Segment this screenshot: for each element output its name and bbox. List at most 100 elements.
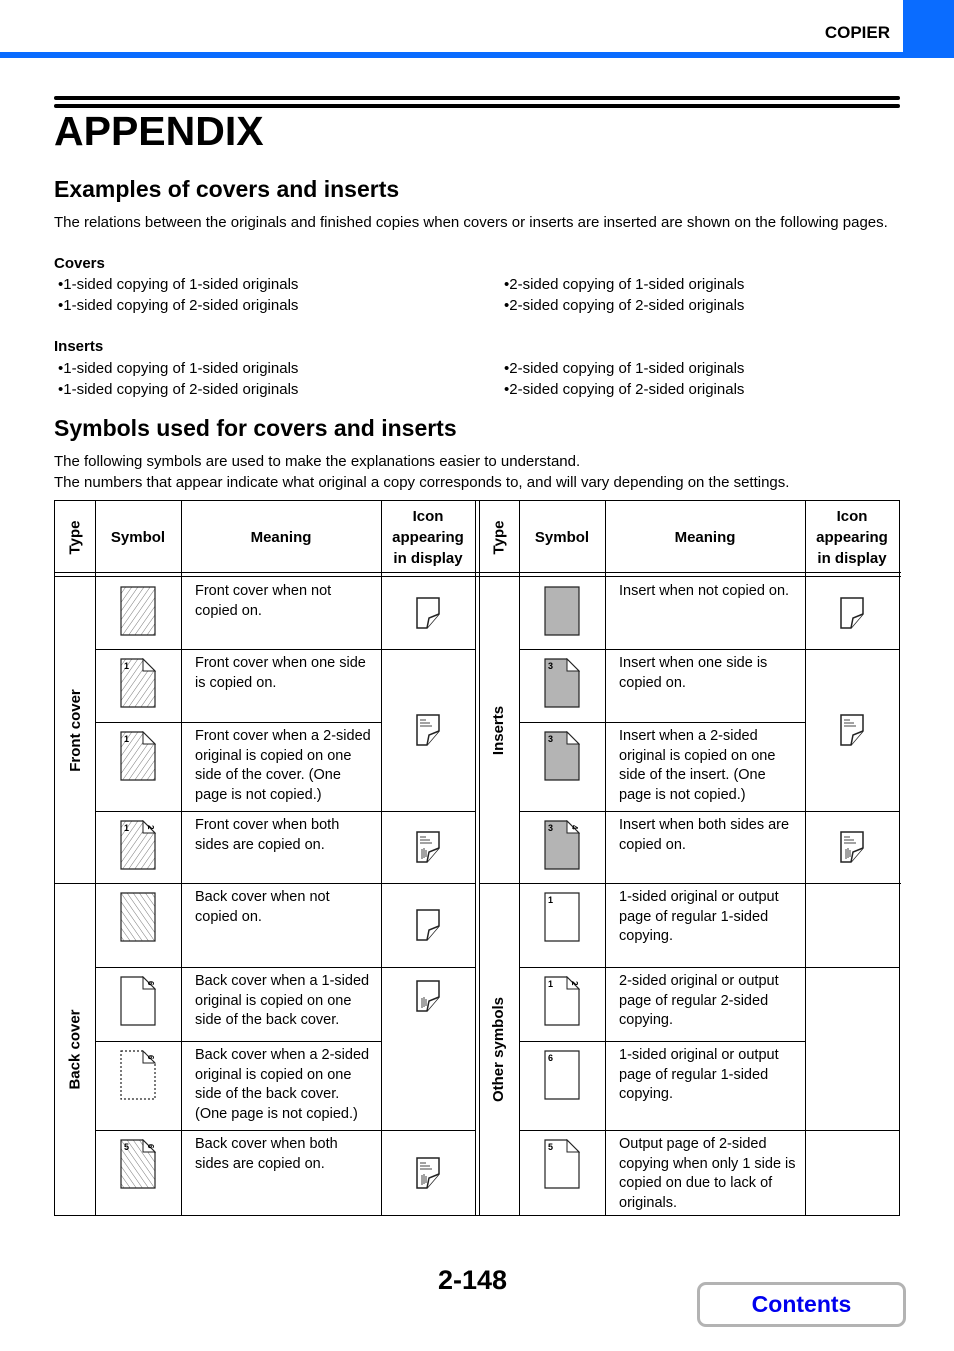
symbol-meaning: Output page of 2-sided copying when only…: [619, 1136, 796, 1211]
group-inserts: Inserts: [490, 705, 508, 755]
row-rule: [95, 967, 381, 968]
gray-blank-sheet-icon: [544, 586, 580, 641]
plain-sheet-icon: 1: [544, 892, 580, 947]
examples-heading: Examples of covers and inserts: [54, 176, 400, 202]
section-label: COPIER: [824, 23, 890, 42]
header-symbol-right: Symbol: [534, 528, 590, 546]
symbol-meaning: Front cover when a 2-sided original is c…: [195, 728, 371, 803]
gray-sheet-both-sides-icon: 34: [544, 819, 581, 875]
hatched-sheet-2sided-one-side-icon: 1: [120, 730, 157, 786]
header-meaning-right: Meaning: [674, 528, 736, 546]
list-item: 1-sided copying of 1-sided originals: [58, 274, 298, 295]
title-rule-top: [54, 96, 900, 100]
row-rule: [805, 811, 899, 812]
header-accent-bar: [0, 52, 954, 58]
symbol-meaning: 1-sided original or output page of regul…: [619, 1047, 779, 1102]
symbols-heading: Symbols used for covers and inserts: [54, 415, 457, 441]
symbol-meaning: Back cover when a 1-sided original is co…: [195, 973, 370, 1028]
covers-right-list: 2-sided copying of 1-sided originals 2-s…: [504, 274, 744, 316]
sheet-number: 6: [548, 1053, 553, 1063]
column-rule: [381, 501, 382, 1215]
row-rule: [805, 1130, 899, 1131]
list-item: 1-sided copying of 1-sided originals: [58, 358, 298, 379]
gray-sheet-2sided-one-side-icon: 3: [544, 730, 581, 786]
page-title: APPENDIX: [54, 108, 264, 154]
header-icon-left: Icon appearing in display: [392, 507, 464, 567]
contents-button-label: Contents: [751, 1291, 852, 1317]
header-meaning-left: Meaning: [250, 528, 312, 546]
blank-page-display-icon: [415, 908, 441, 947]
sheet-number: 1: [124, 734, 129, 744]
header-type-right: Type: [490, 520, 508, 554]
covers-left-list: 1-sided copying of 1-sided originals 1-s…: [58, 274, 298, 316]
group-rule: [479, 883, 901, 884]
hatched-sheet-one-side-icon: 1: [120, 657, 157, 713]
row-rule: [381, 811, 475, 812]
row-rule: [805, 649, 899, 650]
header-icon-right: Icon appearing in display: [816, 507, 888, 567]
header-rule: [55, 576, 901, 577]
page-number: 2-148: [438, 1265, 508, 1295]
list-item: 1-sided copying of 2-sided originals: [58, 295, 298, 316]
symbol-meaning: Insert when a 2-sided original is copied…: [619, 728, 776, 803]
row-rule: [381, 649, 475, 650]
back-sheet-one-side-icon: 6: [120, 975, 157, 1031]
plain-sheet-folded-icon: 5: [544, 1138, 581, 1194]
list-item: 1-sided copying of 2-sided originals: [58, 379, 298, 400]
header-accent-block: [903, 0, 954, 58]
row-rule: [381, 1130, 475, 1131]
symbol-meaning: Insert when both sides are copied on.: [619, 817, 790, 853]
contents-button[interactable]: Contents: [697, 1282, 906, 1327]
list-item: 2-sided copying of 1-sided originals: [504, 274, 744, 295]
sheet-number: 3: [548, 823, 553, 833]
hatched-blank-sheet-icon: [120, 586, 156, 641]
one-side-printed-display-icon: [415, 713, 441, 752]
row-rule: [519, 967, 805, 968]
symbol-meaning: Front cover when both sides are copied o…: [195, 817, 340, 853]
plain-sheet-icon: 6: [544, 1050, 580, 1105]
sheet-number: 3: [548, 734, 553, 744]
group-front-cover: Front cover: [66, 688, 84, 772]
symbols-intro-1: The following symbols are used to make t…: [54, 453, 581, 470]
row-rule: [95, 1041, 381, 1042]
row-rule: [95, 649, 381, 650]
sheet-number: 1: [124, 823, 129, 833]
row-rule: [805, 967, 899, 968]
symbol-meaning: Front cover when not copied on.: [195, 583, 332, 619]
column-rule: [95, 501, 96, 1215]
sheet-number: 1: [548, 895, 553, 905]
back-side-printed-display-icon: [415, 979, 441, 1018]
center-rule: [475, 501, 476, 1215]
column-rule: [181, 501, 182, 1215]
covers-label: Covers: [54, 255, 105, 272]
row-rule: [95, 811, 381, 812]
row-rule: [519, 1130, 805, 1131]
symbol-meaning: Back cover when a 2-sided original is co…: [195, 1047, 370, 1122]
back-sheet-2sided-one-side-icon: 6: [120, 1049, 157, 1105]
sheet-back-number: 4: [570, 825, 579, 830]
row-rule: [95, 1130, 381, 1131]
both-sides-printed-display-icon: [839, 830, 865, 869]
header-rule: [55, 572, 901, 573]
blank-page-display-icon: [839, 596, 865, 635]
inserts-left-list: 1-sided copying of 1-sided originals 1-s…: [58, 358, 298, 400]
column-rule: [519, 501, 520, 1215]
symbol-meaning: Back cover when both sides are copied on…: [195, 1136, 338, 1172]
sheet-back-number: 6: [146, 981, 155, 986]
sheet-number: 1: [548, 979, 553, 989]
row-rule: [381, 967, 475, 968]
list-item: 2-sided copying of 2-sided originals: [504, 295, 744, 316]
list-item: 2-sided copying of 2-sided originals: [504, 379, 744, 400]
both-sides-printed-display-icon: [415, 1156, 441, 1195]
sheet-back-number: 2: [570, 981, 579, 986]
examples-intro: The relations between the originals and …: [54, 214, 888, 231]
sheet-number: 1: [124, 661, 129, 671]
symbol-meaning: 1-sided original or output page of regul…: [619, 889, 779, 944]
row-rule: [519, 722, 805, 723]
row-rule: [95, 722, 381, 723]
inserts-right-list: 2-sided copying of 1-sided originals 2-s…: [504, 358, 744, 400]
row-rule: [519, 649, 805, 650]
symbol-meaning: Back cover when not copied on.: [195, 889, 330, 925]
symbol-meaning: 2-sided original or output page of regul…: [619, 973, 779, 1028]
inserts-label: Inserts: [54, 338, 104, 355]
